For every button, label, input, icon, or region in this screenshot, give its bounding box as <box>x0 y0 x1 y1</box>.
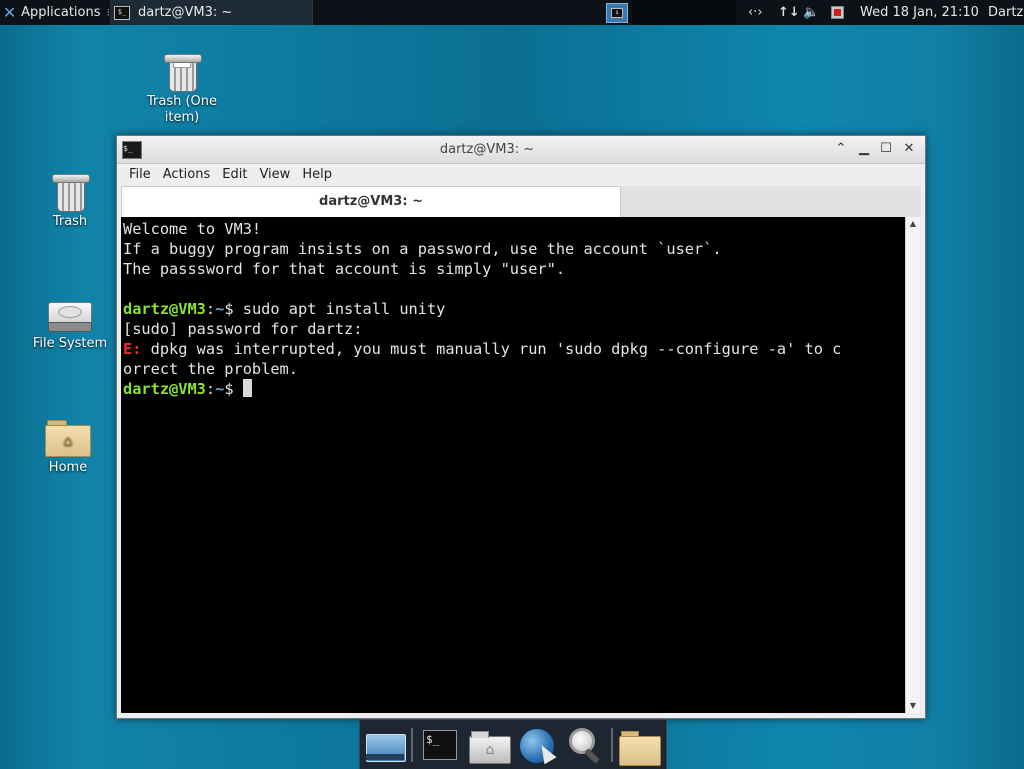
menu-view[interactable]: View <box>253 164 296 186</box>
desktop-icon-label: Trash <box>52 214 88 229</box>
error-message: dpkg was interrupted, you must manually … <box>141 340 842 358</box>
transfer-arrows-icon[interactable]: ↑↓ <box>778 0 800 25</box>
desktop-icon-trash-full[interactable]: Trash (One item) <box>137 54 227 126</box>
scroll-down-arrow-icon[interactable]: ▼ <box>906 699 920 713</box>
dock-separator <box>611 728 613 762</box>
desktop-icon-label: Trash (One item) <box>146 94 218 125</box>
web-browser-icon[interactable] <box>517 726 557 765</box>
tab-bar: dartz@VM3: ~ <box>121 186 921 217</box>
terminal-scrollbar[interactable]: ▲ ▼ <box>905 217 920 713</box>
close-button[interactable]: ✕ <box>901 141 917 157</box>
terminal-output[interactable]: Welcome to VM3! If a buggy program insist… <box>121 217 905 713</box>
terminal-line: Welcome to VM3! <box>123 220 262 238</box>
prompt-dir: ~ <box>215 300 225 318</box>
menu-file[interactable]: File <box>123 164 157 186</box>
taskbar-button-label: dartz@VM3: ~ <box>138 5 233 20</box>
panel-spacer <box>632 0 736 25</box>
terminal-command-line: dartz@VM3:~$ sudo apt install unity <box>123 299 905 319</box>
maximize-button[interactable]: ☐ <box>878 141 894 157</box>
prompt-symbol: $ <box>224 300 234 318</box>
menu-actions[interactable]: Actions <box>157 164 217 186</box>
trash-icon <box>52 174 90 212</box>
menu-help[interactable]: Help <box>296 164 338 186</box>
terminal-error-line: E: dpkg was interrupted, you must manual… <box>123 339 905 359</box>
terminal-line: If a buggy program insists on a password… <box>123 240 722 258</box>
terminal-window: $_ dartz@VM3: ~ ⌃ ▁ ☐ ✕ File Actions Edi… <box>116 135 926 719</box>
show-desktop-icon[interactable] <box>364 726 406 764</box>
prompt-dir: ~ <box>215 380 225 398</box>
workspace-1[interactable]: $ <box>606 2 628 23</box>
tab-terminal[interactable]: dartz@VM3: ~ <box>121 186 621 217</box>
prompt-symbol: $ <box>224 380 234 398</box>
hard-drive-icon <box>48 296 92 332</box>
folder-icon[interactable] <box>619 726 661 766</box>
volume-icon[interactable]: 🔈 <box>803 0 819 25</box>
terminal-line: [sudo] password for dartz: <box>123 320 363 338</box>
terminal-icon: $_ <box>114 5 130 20</box>
record-indicator-icon[interactable] <box>831 0 844 25</box>
user-menu[interactable]: Dartz <box>988 0 1023 25</box>
terminal-cursor <box>242 379 252 397</box>
window-shade-button[interactable]: ⌃ <box>833 141 849 157</box>
workspace-switcher[interactable]: $ <box>604 0 630 25</box>
menu-edit[interactable]: Edit <box>216 164 253 186</box>
prompt-colon: : <box>205 380 216 398</box>
minimize-button[interactable]: ▁ <box>856 141 872 157</box>
workspace-window-icon: $ <box>611 7 623 18</box>
window-titlebar[interactable]: $_ dartz@VM3: ~ ⌃ ▁ ☐ ✕ <box>117 136 925 164</box>
applications-label: Applications <box>21 5 101 20</box>
clock[interactable]: Wed 18 Jan, 21:10 <box>860 0 979 25</box>
trash-full-icon <box>164 54 202 92</box>
menu-bar: File Actions Edit View Help <box>123 164 338 186</box>
desktop-icon-home[interactable]: ⌂ Home <box>23 418 113 475</box>
terminal-line: orrect the problem. <box>123 360 298 378</box>
applications-menu[interactable]: ✕ Applications ⁝ <box>0 0 110 25</box>
terminal-icon[interactable]: $_ <box>422 726 458 764</box>
home-folder-icon: ⌂ <box>45 418 91 457</box>
desktop-icon-label: File System <box>32 336 108 351</box>
bottom-dock: $_ ⌂ <box>359 719 667 769</box>
network-icon[interactable]: ‹·› <box>748 0 763 25</box>
dock-separator <box>411 728 413 762</box>
prompt-user: dartz@VM3 <box>123 300 206 318</box>
terminal-line: The passsword for that account is simply… <box>123 260 566 278</box>
scroll-up-arrow-icon[interactable]: ▲ <box>906 217 920 231</box>
desktop-icon-trash[interactable]: Trash <box>25 174 115 229</box>
prompt-colon: : <box>205 300 216 318</box>
home-folder-icon[interactable]: ⌂ <box>468 726 511 764</box>
window-title: dartz@VM3: ~ <box>439 142 535 157</box>
desktop-icon-label: Home <box>48 460 88 475</box>
desktop-icon-file-system[interactable]: File System <box>25 296 115 351</box>
command-text: sudo apt install unity <box>233 300 446 318</box>
error-tag: E: <box>123 340 142 358</box>
xfce-logo-icon: ✕ <box>2 3 17 22</box>
search-icon[interactable] <box>565 726 605 764</box>
prompt-user: dartz@VM3 <box>123 380 206 398</box>
taskbar-button-terminal[interactable]: $_ dartz@VM3: ~ <box>110 0 313 25</box>
terminal-prompt-line: dartz@VM3:~$ <box>123 379 905 399</box>
top-panel: ✕ Applications ⁝ $_ dartz@VM3: ~ $ ‹·› ↑… <box>0 0 1024 25</box>
